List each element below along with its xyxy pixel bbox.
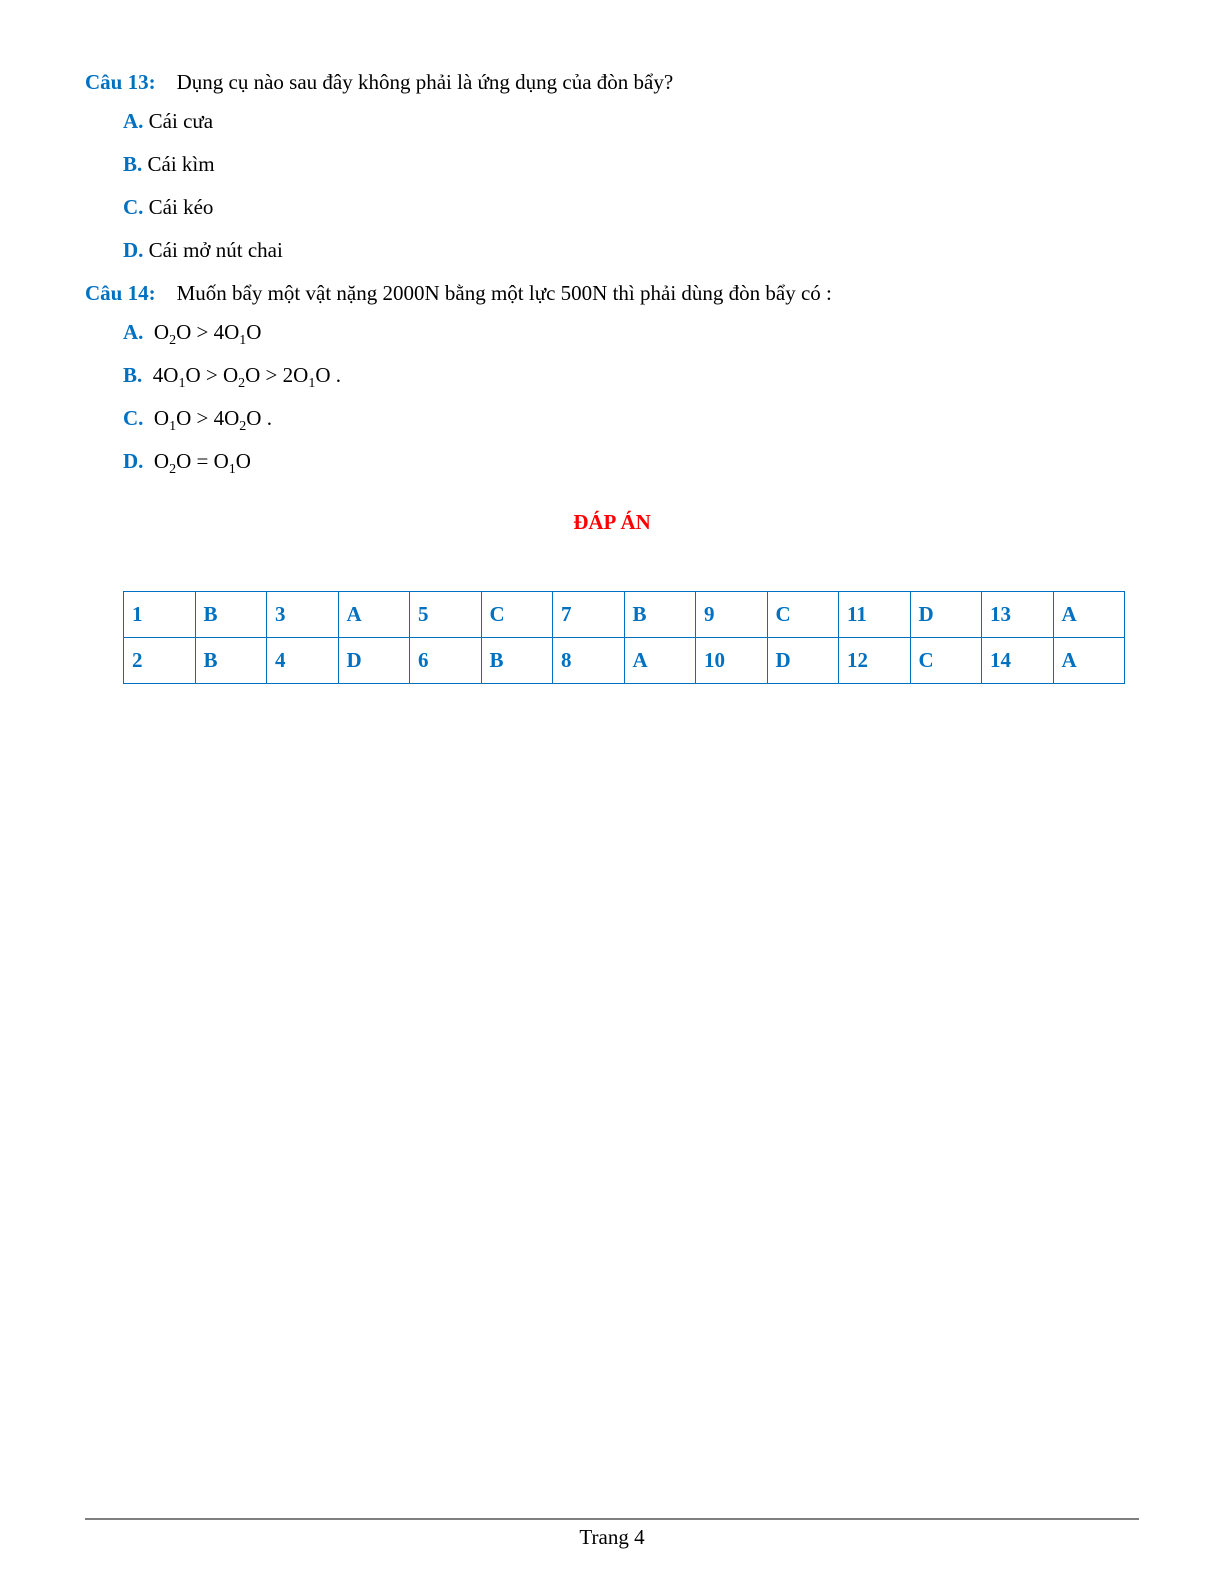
answer-cell: 2: [124, 638, 196, 684]
question-14-text: Muốn bẩy một vật nặng 2000N bằng một lực…: [177, 281, 832, 305]
answer-cell: 6: [410, 638, 482, 684]
option-14-a: A. O2O > 4O1O: [123, 320, 1139, 345]
option-text: O2O = O1O: [149, 449, 251, 473]
option-13-d: D. Cái mở nút chai: [123, 238, 1139, 263]
option-text: 4O1O > O2O > 2O1O .: [148, 363, 341, 387]
answer-cell: 11: [839, 592, 911, 638]
answer-cell: 9: [696, 592, 768, 638]
option-text: O1O > 4O2O .: [149, 406, 272, 430]
question-14-label: Câu 14:: [85, 281, 156, 305]
answer-cell: B: [195, 592, 267, 638]
spacer: [161, 70, 172, 94]
answer-cell: 13: [982, 592, 1054, 638]
answer-cell: 3: [267, 592, 339, 638]
answer-cell: 12: [839, 638, 911, 684]
question-14: Câu 14: Muốn bẩy một vật nặng 2000N bằng…: [85, 281, 1139, 306]
option-text: O2O > 4O1O: [149, 320, 262, 344]
question-13: Câu 13: Dụng cụ nào sau đây không phải l…: [85, 70, 1139, 95]
answer-table-wrap: 1 B 3 A 5 C 7 B 9 C 11 D 13 A 2 B 4 D 6: [123, 591, 1139, 684]
option-text: Cái cưa: [149, 109, 213, 133]
answer-cell: 5: [410, 592, 482, 638]
option-letter: D.: [123, 449, 143, 473]
answer-cell: C: [910, 638, 982, 684]
question-13-text: Dụng cụ nào sau đây không phải là ứng dụ…: [177, 70, 674, 94]
answer-cell: B: [481, 638, 553, 684]
footer-page-number: Trang 4: [0, 1525, 1224, 1550]
answer-cell: B: [624, 592, 696, 638]
answer-cell: 1: [124, 592, 196, 638]
answer-table: 1 B 3 A 5 C 7 B 9 C 11 D 13 A 2 B 4 D 6: [123, 591, 1125, 684]
answer-cell: A: [338, 592, 410, 638]
option-letter: D.: [123, 238, 143, 262]
footer-rule: [85, 1518, 1139, 1520]
option-letter: B.: [123, 363, 142, 387]
answer-cell: 10: [696, 638, 768, 684]
answer-cell: B: [195, 638, 267, 684]
option-14-c: C. O1O > 4O2O .: [123, 406, 1139, 431]
option-13-b: B. Cái kìm: [123, 152, 1139, 177]
page: Câu 13: Dụng cụ nào sau đây không phải l…: [0, 0, 1224, 1584]
answer-cell: A: [1053, 592, 1125, 638]
option-letter: A.: [123, 109, 143, 133]
table-row: 1 B 3 A 5 C 7 B 9 C 11 D 13 A: [124, 592, 1125, 638]
answer-cell: C: [767, 592, 839, 638]
question-13-options: A. Cái cưa B. Cái kìm C. Cái kéo D. Cái …: [123, 109, 1139, 263]
option-14-b: B. 4O1O > O2O > 2O1O .: [123, 363, 1139, 388]
answer-heading: ĐÁP ÁN: [85, 510, 1139, 535]
option-text: Cái kéo: [149, 195, 214, 219]
option-13-c: C. Cái kéo: [123, 195, 1139, 220]
answer-cell: D: [910, 592, 982, 638]
answer-cell: C: [481, 592, 553, 638]
answer-cell: D: [338, 638, 410, 684]
answer-cell: A: [1053, 638, 1125, 684]
table-row: 2 B 4 D 6 B 8 A 10 D 12 C 14 A: [124, 638, 1125, 684]
answer-cell: 4: [267, 638, 339, 684]
answer-cell: 7: [553, 592, 625, 638]
answer-cell: 8: [553, 638, 625, 684]
question-13-label: Câu 13:: [85, 70, 156, 94]
answer-cell: D: [767, 638, 839, 684]
option-letter: C.: [123, 406, 143, 430]
option-text: Cái kìm: [148, 152, 215, 176]
option-14-d: D. O2O = O1O: [123, 449, 1139, 474]
answer-cell: A: [624, 638, 696, 684]
answer-cell: 14: [982, 638, 1054, 684]
option-letter: B.: [123, 152, 142, 176]
spacer: [161, 281, 172, 305]
question-14-options: A. O2O > 4O1O B. 4O1O > O2O > 2O1O . C. …: [123, 320, 1139, 474]
option-letter: A.: [123, 320, 143, 344]
option-text: Cái mở nút chai: [149, 238, 283, 262]
option-letter: C.: [123, 195, 143, 219]
option-13-a: A. Cái cưa: [123, 109, 1139, 134]
